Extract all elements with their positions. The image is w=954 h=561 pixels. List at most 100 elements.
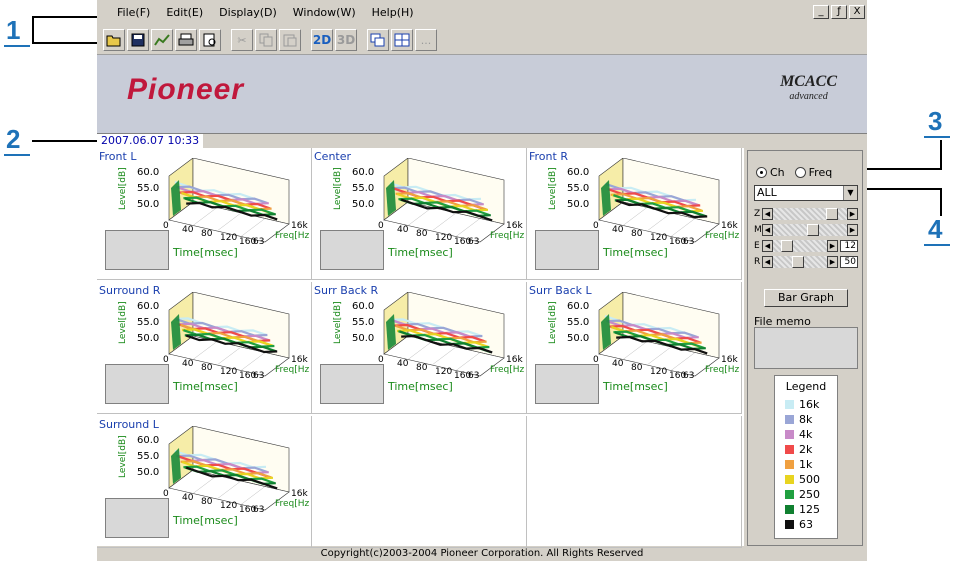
window-controls: _ ƒ X [813, 5, 865, 19]
legend-item: 500 [775, 472, 837, 487]
level-axis-label: Level[dB] [118, 435, 128, 478]
legend-swatch [785, 460, 794, 469]
cascade-window-icon[interactable] [367, 29, 389, 51]
scroll-left-icon[interactable]: ◀ [762, 224, 773, 236]
freq-axis-label: Freq[Hz [705, 231, 739, 241]
slider-track[interactable] [773, 224, 847, 236]
tile-window-icon[interactable] [391, 29, 413, 51]
legend-item: 1k [775, 457, 837, 472]
more-button[interactable]: ... [415, 29, 437, 51]
view-2d-button[interactable]: 2D [311, 29, 333, 51]
view-mode-radio-group: Ch Freq [756, 163, 858, 181]
legend-swatch [785, 400, 794, 409]
y-tick-label: 50.0 [352, 199, 374, 210]
time-tick-label: 120 [650, 367, 667, 377]
radio-ch[interactable]: Ch [756, 166, 785, 179]
level-axis-label: Level[dB] [333, 167, 343, 210]
radio-ch-indicator[interactable] [756, 167, 767, 178]
open-folder-icon[interactable] [103, 29, 125, 51]
y-tick-label: 55.0 [352, 317, 374, 328]
time-tick-label: 120 [220, 367, 237, 377]
slider-value[interactable]: 50 [840, 256, 858, 268]
channel-memo-box [105, 498, 169, 538]
legend-swatch [785, 415, 794, 424]
channel-grid: Front L 60.0 55.0 50.0 Level[dB] 0 40 80 120 160 6… [97, 148, 744, 548]
scroll-left-icon[interactable]: ◀ [762, 240, 773, 252]
y-tick-label: 60.0 [567, 301, 589, 312]
slider-z: Z ◀ ▶ [754, 207, 858, 221]
legend-title: Legend [785, 380, 827, 393]
save-icon[interactable] [127, 29, 149, 51]
freq-tick-label: 16k [506, 221, 523, 231]
scroll-left-icon[interactable]: ◀ [762, 208, 773, 220]
scroll-right-icon[interactable]: ▶ [827, 240, 838, 252]
y-tick-label: 50.0 [137, 333, 159, 344]
file-memo-field[interactable] [754, 327, 858, 369]
bar-graph-button[interactable]: Bar Graph [764, 289, 848, 307]
channel-select[interactable]: ALL ▼ [754, 185, 858, 201]
callout-4-leader-h [858, 188, 942, 190]
scroll-right-icon[interactable]: ▶ [827, 256, 838, 268]
menu-file[interactable]: File(F) [109, 6, 158, 19]
menu-window[interactable]: Window(W) [285, 6, 364, 19]
close-button[interactable]: X [849, 5, 865, 19]
freq-tick-label: 16k [506, 355, 523, 365]
channel-memo-box [105, 364, 169, 404]
scroll-right-icon[interactable]: ▶ [847, 208, 858, 220]
slider-thumb[interactable] [781, 240, 793, 252]
slider-label: R [754, 257, 761, 267]
level-axis-label: Level[dB] [548, 167, 558, 210]
slider-value[interactable]: 12 [840, 240, 858, 252]
cut-icon[interactable]: ✂ [231, 29, 253, 51]
scroll-left-icon[interactable]: ◀ [762, 256, 773, 268]
menu-bar: File(F) Edit(E) Display(D) Window(W) Hel… [97, 2, 867, 22]
time-tick-label: 80 [631, 229, 643, 239]
channel-memo-box [535, 364, 599, 404]
level-axis-label: Level[dB] [548, 301, 558, 344]
channel-panel[interactable]: Front R 60.0 55.0 50.0 Level[dB] 0 40 80 120 160 6… [527, 148, 742, 280]
print-icon[interactable] [175, 29, 197, 51]
legend-swatch [785, 430, 794, 439]
legend-item: 8k [775, 412, 837, 427]
slider-thumb[interactable] [792, 256, 804, 268]
legend-swatch [785, 505, 794, 514]
menu-display[interactable]: Display(D) [211, 6, 285, 19]
slider-track[interactable] [773, 256, 827, 268]
radio-freq[interactable]: Freq [794, 166, 832, 179]
channel-panel[interactable]: Surr Back R 60.0 55.0 50.0 Level[dB] 0 40 80 120… [312, 282, 527, 414]
view-3d-button[interactable]: 3D [335, 29, 357, 51]
channel-panel[interactable]: Surr Back L 60.0 55.0 50.0 Level[dB] 0 40 80 120… [527, 282, 742, 414]
y-tick-label: 60.0 [352, 167, 374, 178]
freq-tick-label: 63 [253, 505, 264, 515]
slider-track[interactable] [773, 208, 847, 220]
freq-tick-label: 16k [291, 489, 308, 499]
callout-3-leader-h [858, 168, 942, 170]
banner: Pioneer MCACC advanced [97, 54, 867, 134]
channel-select-value: ALL [757, 186, 777, 199]
scroll-right-icon[interactable]: ▶ [847, 224, 858, 236]
slider-track[interactable] [773, 240, 827, 252]
menu-help[interactable]: Help(H) [364, 6, 422, 19]
slider-thumb[interactable] [826, 208, 838, 220]
channel-panel[interactable]: Surround R 60.0 55.0 50.0 Level[dB] 0 40 80 120 1… [97, 282, 312, 414]
slider-thumb[interactable] [807, 224, 819, 236]
graph-icon[interactable] [151, 29, 173, 51]
legend-swatch [785, 445, 794, 454]
channel-panel[interactable]: Surround L 60.0 55.0 50.0 Level[dB] 0 40 80 120 1… [97, 416, 312, 548]
menu-edit[interactable]: Edit(E) [158, 6, 211, 19]
channel-panel[interactable]: Center 60.0 55.0 50.0 Level[dB] 0 40 80 120 160 63… [312, 148, 527, 280]
legend-label: 8k [799, 413, 813, 426]
time-tick-label: 80 [631, 363, 643, 373]
copy-icon[interactable] [255, 29, 277, 51]
legend-item: 16k [775, 397, 837, 412]
freq-tick-label: 63 [468, 237, 479, 247]
restore-button[interactable]: ƒ [831, 5, 847, 19]
channel-panel[interactable]: Front L 60.0 55.0 50.0 Level[dB] 0 40 80 120 160 6… [97, 148, 312, 280]
minimize-button[interactable]: _ [813, 5, 829, 19]
print-preview-icon[interactable] [199, 29, 221, 51]
time-axis-label: Time[msec] [173, 514, 238, 527]
chevron-down-icon[interactable]: ▼ [843, 186, 857, 200]
radio-freq-indicator[interactable] [794, 167, 806, 178]
time-tick-label: 120 [650, 233, 667, 243]
paste-icon[interactable] [279, 29, 301, 51]
